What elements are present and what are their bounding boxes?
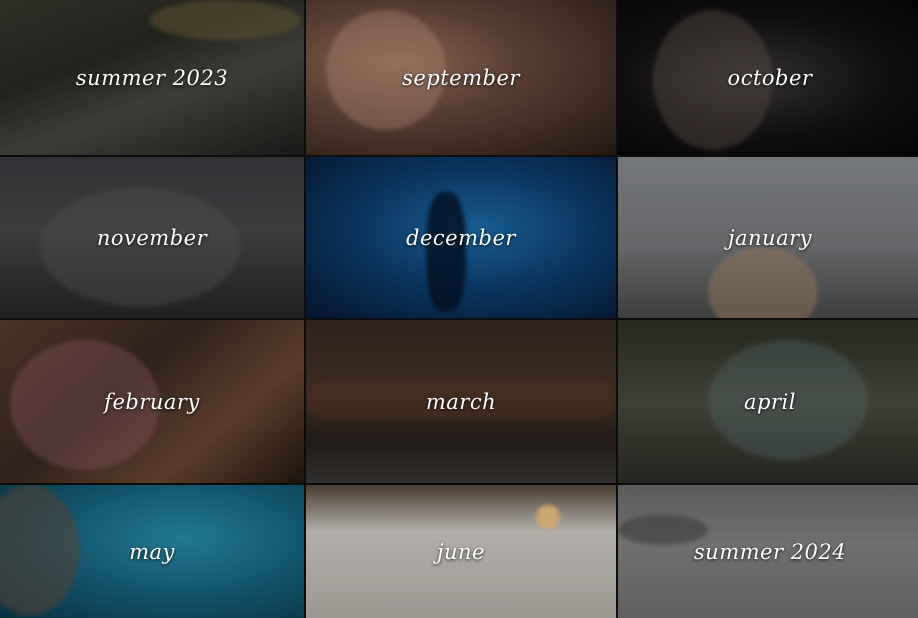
tile-label: summer 2023 bbox=[75, 65, 229, 90]
tile-october[interactable]: october bbox=[618, 0, 918, 155]
tile-summer-2023[interactable]: summer 2023 bbox=[0, 0, 304, 155]
tile-label: january bbox=[727, 225, 812, 250]
tile-june[interactable]: june bbox=[306, 485, 616, 618]
tile-label: april bbox=[744, 389, 796, 414]
tile-label: june bbox=[437, 539, 485, 564]
tile-label: may bbox=[129, 539, 175, 564]
tile-september[interactable]: september bbox=[306, 0, 616, 155]
tile-label: february bbox=[104, 389, 200, 414]
tile-label: december bbox=[406, 225, 516, 250]
tile-december[interactable]: december bbox=[306, 157, 616, 318]
month-gallery-grid: summer 2023 september october november d… bbox=[0, 0, 918, 618]
tile-label: november bbox=[96, 225, 208, 250]
tile-november[interactable]: november bbox=[0, 157, 304, 318]
tile-february[interactable]: february bbox=[0, 320, 304, 483]
tile-march[interactable]: march bbox=[306, 320, 616, 483]
tile-label: september bbox=[402, 65, 520, 90]
tile-april[interactable]: april bbox=[618, 320, 918, 483]
tile-label: summer 2024 bbox=[693, 539, 847, 564]
tile-january[interactable]: january bbox=[618, 157, 918, 318]
tile-label: march bbox=[425, 389, 497, 414]
tile-summer-2024[interactable]: summer 2024 bbox=[618, 485, 918, 618]
tile-label: october bbox=[727, 65, 813, 90]
tile-may[interactable]: may bbox=[0, 485, 304, 618]
